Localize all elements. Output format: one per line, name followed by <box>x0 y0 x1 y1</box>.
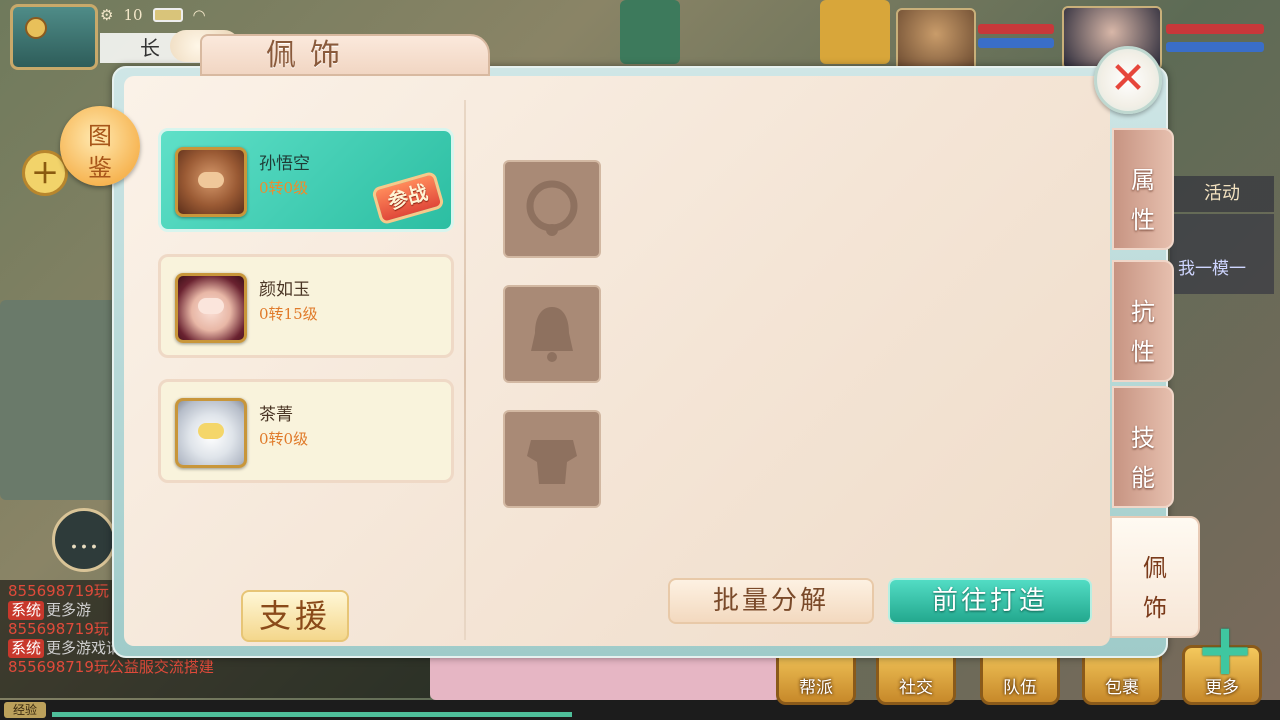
character-name: 茶菁 <box>259 405 293 425</box>
avatar-face <box>198 298 224 314</box>
close-icon: ✕ <box>1109 53 1147 104</box>
yan-ruyu-avatar <box>175 273 247 343</box>
tab-resistance[interactable]: 抗 性 <box>1112 260 1174 382</box>
expand-menu-icon[interactable]: + <box>1194 613 1256 685</box>
panel-title: 佩饰 <box>266 38 354 73</box>
armor-slot[interactable] <box>503 410 601 508</box>
batch-decompose-button[interactable]: 批量分解 <box>668 578 874 624</box>
tab-attributes[interactable]: 属 性 <box>1112 128 1174 250</box>
activity-label[interactable]: 活动 <box>1170 176 1274 212</box>
hp-bar <box>978 24 1054 34</box>
codex-label-bottom: 鉴 <box>88 154 112 182</box>
tab-skills[interactable]: 技 能 <box>1112 386 1174 508</box>
player-mp-bar <box>1166 42 1264 52</box>
codex-button[interactable]: 图 鉴 <box>60 106 140 186</box>
chat-bubble-icon[interactable]: … <box>52 508 116 572</box>
minimap-button[interactable] <box>10 4 98 70</box>
character-level: 0转0级 <box>259 430 309 448</box>
signal-text: 10 <box>123 6 143 24</box>
activity-sub: 我一模一 <box>1170 214 1274 294</box>
character-card[interactable]: 茶菁 0转0级 <box>158 379 454 483</box>
avatar-face <box>198 172 224 188</box>
bell-slot[interactable] <box>503 285 601 383</box>
wifi-icon: ◠ <box>192 6 206 24</box>
bell-slot-icon <box>531 307 573 362</box>
player-hp-bar <box>1166 24 1264 34</box>
character-level: 0转15级 <box>259 305 318 323</box>
scene-npc <box>820 0 890 64</box>
support-button[interactable]: 支援 <box>241 590 349 642</box>
character-name: 颜如玉 <box>259 280 310 300</box>
tab-label: 佩 <box>1143 554 1167 582</box>
character-card[interactable]: 颜如玉 0转15级 <box>158 254 454 358</box>
scene-npc <box>620 0 680 64</box>
tab-label: 性 <box>1131 206 1155 234</box>
status-bar: ⚙ 10 ◠ <box>100 4 290 26</box>
close-button[interactable]: ✕ <box>1094 46 1162 114</box>
battery-icon <box>152 8 183 22</box>
chat-line: 855698719玩公益服交流搭建 <box>8 658 214 676</box>
avatar-face <box>198 423 224 439</box>
tab-label: 抗 <box>1131 298 1155 326</box>
go-craft-button[interactable]: 前往打造 <box>888 578 1092 624</box>
sun-wukong-avatar <box>175 147 247 217</box>
exp-fill <box>52 712 572 717</box>
in-battle-badge: 参战 <box>371 170 445 226</box>
character-level: 0转0级 <box>259 179 309 197</box>
settings-gear-icon[interactable]: ⚙ <box>100 6 113 24</box>
tab-label: 属 <box>1131 166 1155 194</box>
scene-rooftop <box>0 300 130 500</box>
party-portrait-monkey[interactable] <box>896 8 976 72</box>
ring-slot[interactable] <box>503 160 601 258</box>
character-card[interactable]: 孙悟空 0转0级 参战 <box>158 128 454 232</box>
ring-slot-icon <box>526 180 578 236</box>
exp-label: 经验 <box>4 702 46 718</box>
tab-label: 性 <box>1131 338 1155 366</box>
character-name: 孙悟空 <box>259 154 310 174</box>
compass-icon <box>25 17 47 39</box>
mp-bar <box>978 38 1054 48</box>
tab-label: 饰 <box>1143 594 1167 622</box>
tab-label: 技 <box>1131 424 1155 452</box>
tab-label: 能 <box>1131 464 1155 492</box>
tab-accessories[interactable]: 佩 饰 <box>1110 516 1200 638</box>
armor-slot-icon <box>527 440 577 484</box>
codex-label-top: 图 <box>88 122 112 150</box>
cha-jing-avatar <box>175 398 247 468</box>
divider <box>464 100 466 640</box>
